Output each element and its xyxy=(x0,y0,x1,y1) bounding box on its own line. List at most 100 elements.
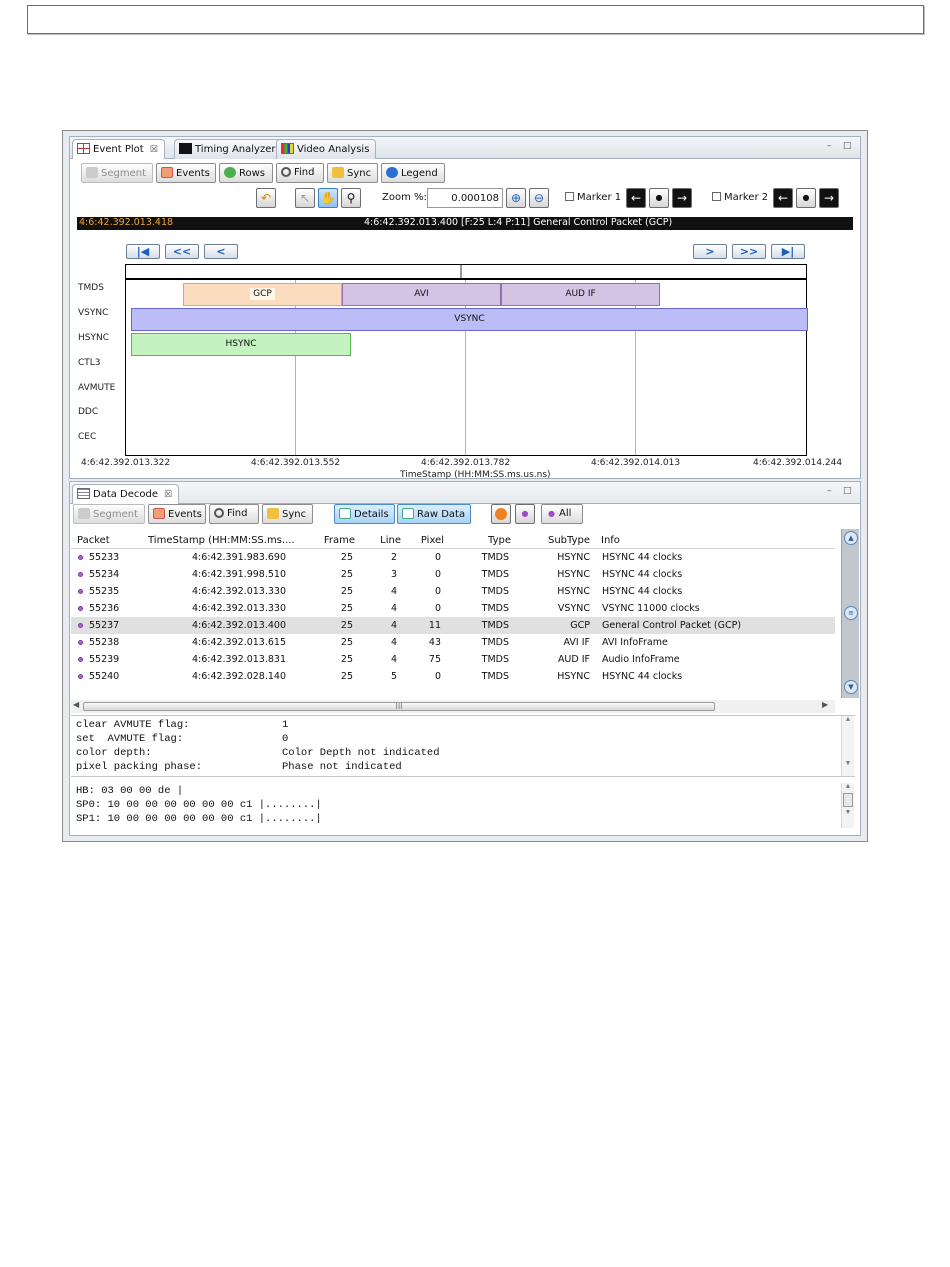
cell-timestamp: 4:6:42.391.983.690 xyxy=(191,552,286,563)
marker1-checkbox[interactable]: Marker 1 xyxy=(565,192,621,203)
column-line[interactable]: Line xyxy=(364,535,401,546)
tab-event-plot[interactable]: Event Plot ☒ xyxy=(72,139,165,159)
events-button[interactable]: Events xyxy=(148,504,206,524)
table-row-selected[interactable]: 55237 4:6:42.392.013.400 25 4 11 TMDS GC… xyxy=(71,617,835,634)
events-button[interactable]: Events xyxy=(156,163,216,183)
table-row[interactable]: 55240 4:6:42.392.028.140 25 5 0 TMDS HSY… xyxy=(71,668,835,685)
marker2-checkbox[interactable]: Marker 2 xyxy=(712,192,768,203)
cell-subtype: HSYNC xyxy=(557,586,590,597)
column-type[interactable]: Type xyxy=(457,535,511,546)
filter-error-icon[interactable] xyxy=(491,504,511,524)
column-info[interactable]: Info xyxy=(601,535,620,546)
column-timestamp[interactable]: TimeStamp (HH:MM:SS.ms.... xyxy=(148,535,295,546)
scroll-up-icon[interactable]: ▲ xyxy=(842,783,854,791)
gcp-segment[interactable]: GCP xyxy=(183,283,342,306)
cell-line: 4 xyxy=(390,654,397,665)
zoom-select-icon[interactable]: ⚲ xyxy=(341,188,361,208)
marker1-dot-icon[interactable]: ● xyxy=(649,188,669,208)
filter-packet-icon[interactable]: ● xyxy=(515,504,535,524)
aud-if-segment[interactable]: AUD IF xyxy=(501,283,660,306)
close-icon[interactable]: ☒ xyxy=(150,145,158,155)
scroll-up-icon[interactable]: ▲ xyxy=(842,716,854,724)
pan-hand-icon[interactable]: ✋ xyxy=(318,188,338,208)
find-button[interactable]: Find xyxy=(276,163,324,183)
step-back-icon[interactable]: < xyxy=(204,244,238,259)
marker1-next-icon[interactable]: → xyxy=(672,188,692,208)
maximize-icon[interactable]: □ xyxy=(843,141,852,151)
event-plot-tabbar: Event Plot ☒ Timing Analyzer Video Analys… xyxy=(70,137,860,159)
segment-button: Segment xyxy=(81,163,153,183)
fast-back-icon[interactable]: << xyxy=(165,244,199,259)
table-row[interactable]: 55238 4:6:42.392.013.615 25 4 43 TMDS AV… xyxy=(71,634,835,651)
legend-label: Legend xyxy=(401,168,438,179)
tab-data-decode[interactable]: Data Decode ☒ xyxy=(72,484,180,504)
find-button[interactable]: Find xyxy=(209,504,259,524)
scroll-up-icon[interactable]: ▲ xyxy=(844,531,858,545)
avi-segment[interactable]: AVI xyxy=(342,283,501,306)
sync-icon xyxy=(332,167,344,178)
zoom-in-icon[interactable]: ⊕ xyxy=(506,188,526,208)
marker1-prev-icon[interactable]: ← xyxy=(626,188,646,208)
cell-line: 5 xyxy=(390,671,397,682)
details-scrollbar[interactable]: ▲ ▼ xyxy=(841,716,854,776)
cell-info: AVI InfoFrame xyxy=(602,637,668,648)
cell-line: 2 xyxy=(390,552,397,563)
jump-last-icon[interactable]: ▶| xyxy=(771,244,805,259)
column-pixel[interactable]: Pixel xyxy=(406,535,444,546)
table-row[interactable]: 55239 4:6:42.392.013.831 25 4 75 TMDS AU… xyxy=(71,651,835,668)
scroll-down-icon[interactable]: ▼ xyxy=(842,760,854,768)
table-row[interactable]: 55235 4:6:42.392.013.330 25 4 0 TMDS HSY… xyxy=(71,583,835,600)
cell-frame: 25 xyxy=(340,603,353,614)
close-icon[interactable]: ☒ xyxy=(164,490,172,500)
pointer-icon[interactable]: ↖ xyxy=(295,188,315,208)
raw-data-scrollbar[interactable]: ▲ ▼ xyxy=(841,783,854,828)
table-horizontal-scrollbar[interactable]: ◀ III ▶ xyxy=(71,700,835,713)
jump-first-icon[interactable]: |◀ xyxy=(126,244,160,259)
scroll-thumb[interactable] xyxy=(843,793,853,807)
column-packet[interactable]: Packet xyxy=(77,535,110,546)
raw-data-pane[interactable]: HB: 03 00 00 de | SP0: 10 00 00 00 00 00… xyxy=(71,783,855,828)
legend-button[interactable]: Legend xyxy=(381,163,445,183)
step-forward-icon[interactable]: > xyxy=(693,244,727,259)
cell-frame: 25 xyxy=(340,671,353,682)
details-pane[interactable]: clear AVMUTE flag: 1 set AVMUTE flag: 0 … xyxy=(71,715,855,777)
all-button[interactable]: ● All xyxy=(541,504,583,524)
scroll-right-icon[interactable]: ▶ xyxy=(822,700,828,709)
scroll-down-icon[interactable]: ▼ xyxy=(842,809,854,817)
rows-button[interactable]: Rows xyxy=(219,163,273,183)
fast-forward-icon[interactable]: >> xyxy=(732,244,766,259)
zoom-input[interactable]: 0.000108 xyxy=(427,188,503,208)
table-vertical-scrollbar[interactable]: ▲ ≡ ▼ xyxy=(841,529,859,698)
sync-button[interactable]: Sync xyxy=(327,163,378,183)
sync-button[interactable]: Sync xyxy=(262,504,313,524)
marker2-prev-icon[interactable]: ← xyxy=(773,188,793,208)
marker2-next-icon[interactable]: → xyxy=(819,188,839,208)
tab-video-analysis[interactable]: Video Analysis xyxy=(276,139,377,159)
scroll-left-icon[interactable]: ◀ xyxy=(73,700,79,709)
table-row[interactable]: 55233 4:6:42.391.983.690 25 2 0 TMDS HSY… xyxy=(71,549,835,566)
find-label: Find xyxy=(294,167,315,178)
column-frame[interactable]: Frame xyxy=(301,535,355,546)
scroll-down-icon[interactable]: ▼ xyxy=(844,680,858,694)
cell-subtype: AVI IF xyxy=(563,637,590,648)
vsync-segment[interactable]: VSYNC xyxy=(131,308,808,331)
tab-label: Event Plot xyxy=(93,144,144,155)
rows-label: Rows xyxy=(239,168,266,179)
back-arrow-icon[interactable]: ↶ xyxy=(256,188,276,208)
column-subtype[interactable]: SubType xyxy=(524,535,590,546)
tab-timing-analyzer[interactable]: Timing Analyzer xyxy=(174,139,283,159)
details-button[interactable]: Details xyxy=(334,504,395,524)
table-row[interactable]: 55236 4:6:42.392.013.330 25 4 0 TMDS VSY… xyxy=(71,600,835,617)
event-plot-area[interactable]: GCP AVI AUD IF VSYNC HSYNC xyxy=(125,264,808,456)
minimize-icon[interactable]: – xyxy=(827,141,832,151)
horizontal-scroll-thumb[interactable]: III xyxy=(83,702,715,711)
scroll-thumb-icon[interactable]: ≡ xyxy=(844,606,858,620)
hsync-segment[interactable]: HSYNC xyxy=(131,333,351,356)
maximize-icon[interactable]: □ xyxy=(843,486,852,496)
time-ruler[interactable] xyxy=(126,264,806,280)
marker2-dot-icon[interactable]: ● xyxy=(796,188,816,208)
zoom-out-icon[interactable]: ⊖ xyxy=(529,188,549,208)
raw-data-button[interactable]: Raw Data xyxy=(397,504,471,524)
minimize-icon[interactable]: – xyxy=(827,486,832,496)
table-row[interactable]: 55234 4:6:42.391.998.510 25 3 0 TMDS HSY… xyxy=(71,566,835,583)
